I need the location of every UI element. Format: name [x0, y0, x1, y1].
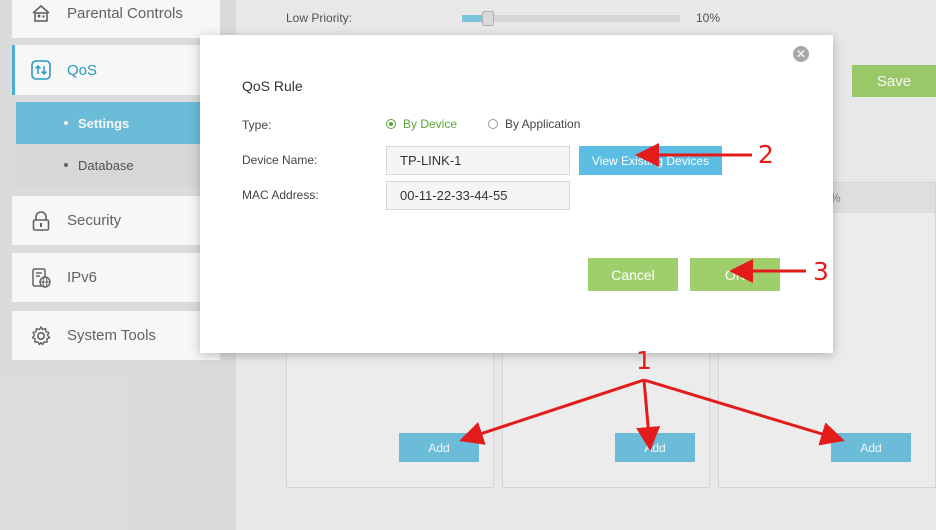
type-label: Type:: [242, 118, 272, 132]
radio-label: By Device: [403, 117, 458, 131]
radio-label: By Application: [505, 117, 581, 131]
ok-button[interactable]: OK: [690, 258, 780, 291]
dialog-title: QoS Rule: [242, 78, 303, 94]
close-icon[interactable]: ✕: [793, 46, 809, 62]
annotation-number-1: 1: [636, 346, 652, 375]
device-name-field[interactable]: TP-LINK-1: [386, 146, 570, 175]
annotation-number-2: 2: [758, 140, 774, 169]
radio-by-device[interactable]: By Device: [386, 117, 457, 131]
device-name-label: Device Name:: [242, 153, 318, 167]
mac-address-label: MAC Address:: [242, 188, 319, 202]
view-existing-devices-button[interactable]: View Existing Devices: [579, 146, 722, 175]
radio-unchecked-icon: [488, 119, 498, 129]
cancel-button[interactable]: Cancel: [588, 258, 678, 291]
mac-address-field[interactable]: 00-11-22-33-44-55: [386, 181, 570, 210]
radio-by-application[interactable]: By Application: [488, 117, 580, 131]
radio-checked-icon: [386, 119, 396, 129]
qos-rule-dialog: ✕ QoS Rule Type: By Device By Applicatio…: [200, 35, 833, 353]
annotation-number-3: 3: [813, 257, 829, 286]
